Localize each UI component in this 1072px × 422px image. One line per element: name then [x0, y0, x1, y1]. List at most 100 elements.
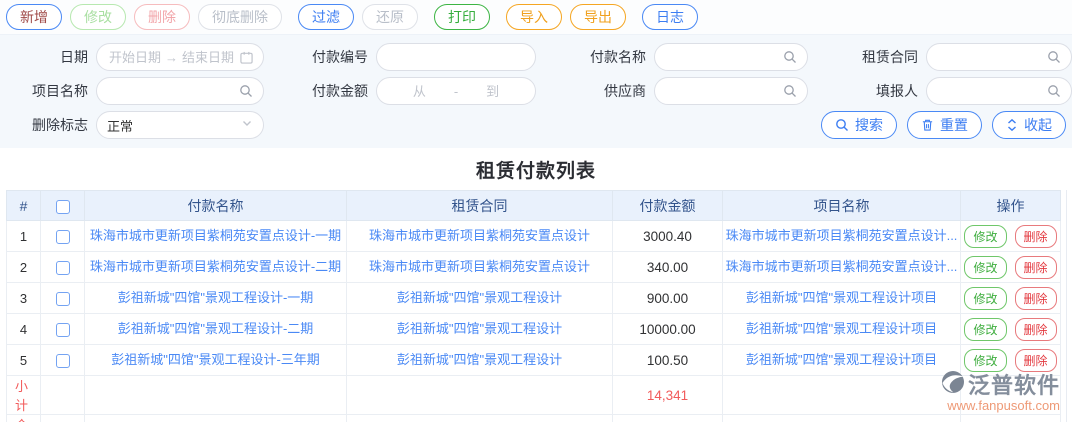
payment-name-link[interactable]: 彭祖新城"四馆"景观工程设计-一期	[118, 287, 314, 306]
table-header-row: # 付款名称 租赁合同 付款金额 项目名称 操作	[6, 190, 1061, 221]
subtotal-row: 小计 14,341	[6, 375, 1061, 415]
payment-no-input[interactable]	[387, 49, 525, 65]
col-actions: 操作	[960, 190, 1061, 221]
total-amount: 14340.90	[612, 414, 723, 422]
lease-contract-link[interactable]: 珠海市城市更新项目紫桐苑安置点设计	[369, 225, 590, 244]
payment-table-wrapper: # 付款名称 租赁合同 付款金额 项目名称 操作 1 珠海市城市更新项目紫桐苑安…	[0, 190, 1072, 422]
amount-range-input[interactable]: -	[376, 77, 536, 105]
amount-separator: -	[453, 83, 459, 99]
edit-button[interactable]: 修改	[964, 224, 1007, 248]
edit-button[interactable]: 修改	[964, 286, 1007, 310]
date-end-input[interactable]	[180, 49, 236, 65]
project-name-input[interactable]	[107, 83, 235, 99]
row-index: 5	[6, 344, 41, 376]
payment-amount-value: 3000.40	[612, 220, 723, 252]
reporter-label: 填报人	[876, 83, 918, 99]
filter-button[interactable]: 过滤	[298, 4, 354, 30]
search-icon	[835, 118, 849, 132]
edit-button[interactable]: 修改	[964, 317, 1007, 341]
edit-button[interactable]: 修改	[964, 255, 1007, 279]
project-name-link[interactable]: 彭祖新城"四馆"景观工程设计项目	[746, 349, 937, 368]
lease-contract-link[interactable]: 彭祖新城"四馆"景观工程设计	[397, 349, 562, 368]
payment-name-input[interactable]	[665, 49, 779, 65]
date-start-input[interactable]	[107, 49, 163, 65]
select-all-checkbox[interactable]	[55, 199, 70, 214]
project-name-link[interactable]: 珠海市城市更新项目紫桐苑安置点设计...	[726, 256, 958, 275]
modify-button[interactable]: 修改	[70, 4, 126, 30]
lease-contract-link[interactable]: 彭祖新城"四馆"景观工程设计	[397, 318, 562, 337]
lease-contract-link[interactable]: 彭祖新城"四馆"景观工程设计	[397, 287, 562, 306]
delete-button[interactable]: 删除	[1014, 224, 1057, 248]
chevron-down-icon	[241, 116, 253, 134]
delete-button[interactable]: 删除	[1014, 255, 1057, 279]
subtotal-amount: 14,341	[612, 375, 723, 415]
row-checkbox[interactable]	[55, 322, 70, 337]
table-row: 5 彭祖新城"四馆"景观工程设计-三年期 彭祖新城"四馆"景观工程设计 100.…	[6, 344, 1061, 376]
search-icon	[1047, 50, 1061, 64]
amount-from-input[interactable]	[387, 83, 452, 99]
col-index: #	[6, 190, 41, 221]
payment-name-link[interactable]: 珠海市城市更新项目紫桐苑安置点设计-二期	[90, 256, 341, 275]
payment-name-link[interactable]: 彭祖新城"四馆"景观工程设计-三年期	[111, 349, 320, 368]
delete-button-toolbar[interactable]: 删除	[134, 4, 190, 30]
row-checkbox[interactable]	[55, 353, 70, 368]
restore-button[interactable]: 还原	[362, 4, 418, 30]
export-button[interactable]: 导出	[570, 4, 626, 30]
row-index: 1	[6, 220, 41, 252]
project-name-link[interactable]: 彭祖新城"四馆"景观工程设计项目	[746, 318, 937, 337]
col-payment-amount: 付款金额	[612, 190, 723, 221]
table-row: 3 彭祖新城"四馆"景观工程设计-一期 彭祖新城"四馆"景观工程设计 900.0…	[6, 282, 1061, 314]
delete-flag-value: 正常	[107, 118, 134, 134]
amount-to-input[interactable]	[460, 83, 525, 99]
payment-name-link[interactable]: 珠海市城市更新项目紫桐苑安置点设计-一期	[90, 225, 341, 244]
search-button-label: 搜索	[855, 117, 883, 133]
payment-amount-value: 900.00	[612, 282, 723, 314]
delete-button[interactable]: 删除	[1014, 286, 1057, 310]
reporter-input[interactable]	[937, 83, 1043, 99]
lease-contract-label: 租赁合同	[862, 49, 918, 65]
project-name-link[interactable]: 珠海市城市更新项目紫桐苑安置点设计...	[726, 225, 958, 244]
project-name-label: 项目名称	[32, 83, 88, 99]
table-row: 2 珠海市城市更新项目紫桐苑安置点设计-二期 珠海市城市更新项目紫桐苑安置点设计…	[6, 251, 1061, 283]
scrollbar-gutter	[1066, 190, 1072, 422]
delete-flag-label: 删除标志	[32, 117, 88, 133]
payment-name-label: 付款名称	[590, 49, 646, 65]
payment-amount-value: 100.50	[612, 344, 723, 376]
search-icon	[239, 84, 253, 98]
payment-amount-label: 付款金额	[312, 83, 368, 99]
supplier-label: 供应商	[604, 83, 646, 99]
delete-flag-select[interactable]: 正常	[96, 111, 264, 139]
collapse-icon	[1006, 118, 1018, 132]
lease-contract-input[interactable]	[937, 49, 1043, 65]
purge-button[interactable]: 彻底删除	[198, 4, 282, 30]
row-checkbox[interactable]	[55, 229, 70, 244]
row-index: 2	[6, 251, 41, 283]
delete-button[interactable]: 删除	[1014, 348, 1057, 372]
date-arrow-icon: →	[165, 49, 178, 65]
collapse-button[interactable]: 收起	[992, 111, 1066, 139]
add-button[interactable]: 新增	[6, 4, 62, 30]
calendar-icon	[240, 51, 253, 64]
row-checkbox[interactable]	[55, 260, 70, 275]
print-button[interactable]: 打印	[434, 4, 490, 30]
reset-button[interactable]: 重置	[907, 111, 982, 139]
row-checkbox[interactable]	[55, 291, 70, 306]
import-button[interactable]: 导入	[506, 4, 562, 30]
edit-button[interactable]: 修改	[964, 348, 1007, 372]
payment-amount-value: 10000.00	[612, 313, 723, 345]
search-button[interactable]: 搜索	[821, 111, 897, 139]
col-checkbox	[40, 190, 85, 221]
date-label: 日期	[60, 49, 88, 65]
project-name-link[interactable]: 彭祖新城"四馆"景观工程设计项目	[746, 287, 937, 306]
supplier-input[interactable]	[665, 83, 779, 99]
payment-name-link[interactable]: 彭祖新城"四馆"景观工程设计-二期	[118, 318, 314, 337]
date-range-input[interactable]: →	[96, 43, 264, 71]
lease-contract-link[interactable]: 珠海市城市更新项目紫桐苑安置点设计	[369, 256, 590, 275]
delete-button[interactable]: 删除	[1014, 317, 1057, 341]
log-button[interactable]: 日志	[642, 4, 698, 30]
total-label: 合计	[6, 414, 41, 422]
collapse-button-label: 收起	[1024, 117, 1052, 133]
payment-no-label: 付款编号	[312, 49, 368, 65]
trash-icon	[921, 118, 934, 132]
filter-panel: 日期 → 付款编号 付款名称	[0, 34, 1072, 148]
